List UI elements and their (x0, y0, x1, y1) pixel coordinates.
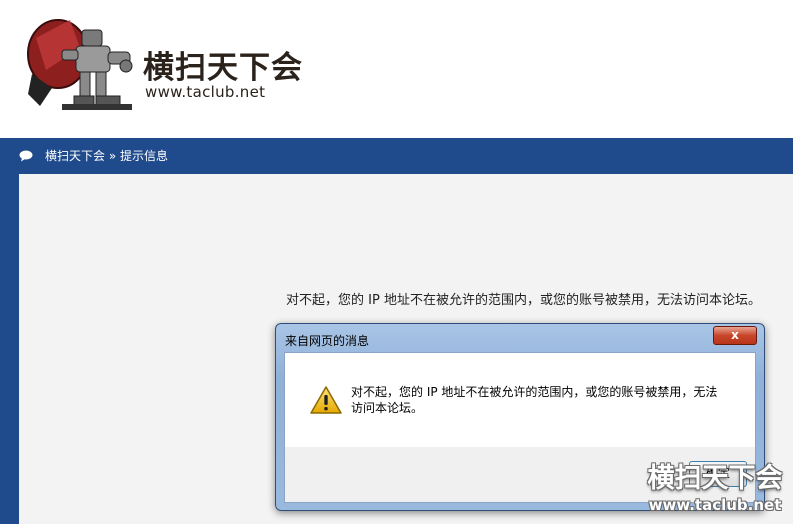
watermark-url: www.taclub.net (648, 496, 782, 514)
dialog-message-line: 访问本论坛。 (351, 401, 424, 415)
watermark-text: 横扫天下会 (647, 463, 783, 494)
breadcrumb-home-link[interactable]: 横扫天下会 (45, 149, 105, 163)
robot-logo-icon[interactable] (22, 8, 140, 116)
site-header: 横扫天下会 www.taclub.net (0, 0, 793, 138)
site-name: 横扫天下会 (143, 50, 303, 86)
speech-bubble-icon (19, 150, 33, 162)
error-message: 对不起，您的 IP 地址不在被允许的范围内，或您的账号被禁用，无法访问本论坛。 (286, 293, 761, 308)
dialog-message: 对不起，您的 IP 地址不在被允许的范围内，或您的账号被禁用，无法 访问本论坛。 (351, 384, 731, 416)
breadcrumb-current: 提示信息 (120, 149, 169, 163)
breadcrumb: 横扫天下会 » 提示信息 (45, 148, 168, 164)
dialog-title: 来自网页的消息 (285, 334, 370, 348)
nav-bar: 横扫天下会 » 提示信息 (0, 138, 793, 174)
warning-icon (310, 386, 342, 414)
close-button[interactable]: x (713, 326, 757, 345)
site-url: www.taclub.net (145, 83, 266, 101)
watermark: 横扫天下会 www.taclub.net (640, 463, 790, 521)
breadcrumb-separator: » (108, 149, 117, 163)
dialog-message-line: 对不起，您的 IP 地址不在被允许的范围内，或您的账号被禁用，无法 (351, 385, 718, 399)
left-frame-border (0, 174, 19, 524)
